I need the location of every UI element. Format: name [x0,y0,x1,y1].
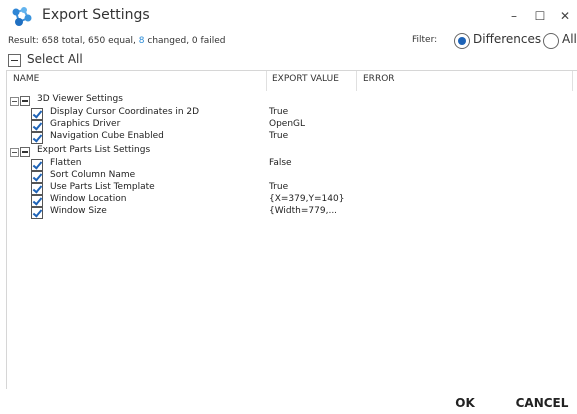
group-row: Export Parts List Settings [7,145,567,157]
collapse-toggle[interactable] [10,148,19,157]
group-checkbox[interactable] [20,96,30,106]
settings-tree-grid: NAME EXPORT VALUE ERROR 3D Viewer Settin… [6,70,577,389]
tree-row: Flatten False [7,158,567,171]
setting-name: Navigation Cube Enabled [50,131,164,141]
column-divider[interactable] [266,71,267,91]
group-label: 3D Viewer Settings [37,94,123,104]
setting-name: Window Size [50,206,107,216]
collapse-toggle[interactable] [10,97,19,106]
group-checkbox[interactable] [20,147,30,157]
radio-all-label[interactable]: All [562,32,577,46]
ok-button[interactable]: OK [445,392,485,414]
cancel-button[interactable]: CANCEL [514,392,570,414]
tree-row: Use Parts List Template True [7,182,567,195]
group-row: 3D Viewer Settings [7,94,567,106]
item-checkbox[interactable] [31,207,43,219]
tree-row: Window Size {Width=779,... [7,206,567,219]
column-header-export-value[interactable]: EXPORT VALUE [272,74,339,88]
setting-name: Flatten [50,158,82,168]
export-value: OpenGL [269,119,306,129]
group-label: Export Parts List Settings [37,145,151,155]
export-value: True [269,107,289,117]
result-suffix: changed, 0 failed [144,36,226,46]
column-header-name[interactable]: NAME [13,74,39,88]
setting-name: Graphics Driver [50,119,121,129]
select-all-label[interactable]: Select All [27,52,83,66]
setting-name: Window Location [50,194,127,204]
tree-row: Graphics Driver OpenGL [7,119,567,132]
export-value: {Width=779,... [269,206,338,216]
column-header-error[interactable]: ERROR [363,74,395,88]
maximize-button[interactable]: ☐ [530,6,550,26]
column-divider[interactable] [356,71,357,91]
export-value: False [269,158,292,168]
setting-name: Sort Column Name [50,170,136,180]
setting-name: Display Cursor Coordinates in 2D [50,107,200,117]
export-value: {X=379,Y=140} [269,194,345,204]
tree-row: Navigation Cube Enabled True [7,131,567,144]
radio-differences-label[interactable]: Differences [473,32,541,46]
tree-row: Display Cursor Coordinates in 2D True [7,107,567,120]
minimize-button[interactable]: – [504,6,524,26]
result-prefix: Result: 658 total, 650 equal, [8,36,139,46]
title-bar: Export Settings – ☐ ✕ [0,0,577,34]
tree-row: Window Location {X=379,Y=140} [7,194,567,207]
column-divider[interactable] [572,71,573,91]
radio-differences[interactable] [454,33,470,49]
molecule-network-icon [12,7,32,26]
select-all-checkbox[interactable] [8,54,21,67]
filter-label: Filter: [412,35,438,45]
radio-all[interactable] [543,33,559,49]
tree-row: Sort Column Name [7,170,567,183]
close-button[interactable]: ✕ [555,6,575,26]
window-title: Export Settings [42,7,150,23]
setting-name: Use Parts List Template [50,182,155,192]
export-value: True [269,131,289,141]
item-checkbox[interactable] [31,132,43,144]
export-value: True [269,182,289,192]
result-summary: Result: 658 total, 650 equal, 8 changed,… [8,36,225,46]
